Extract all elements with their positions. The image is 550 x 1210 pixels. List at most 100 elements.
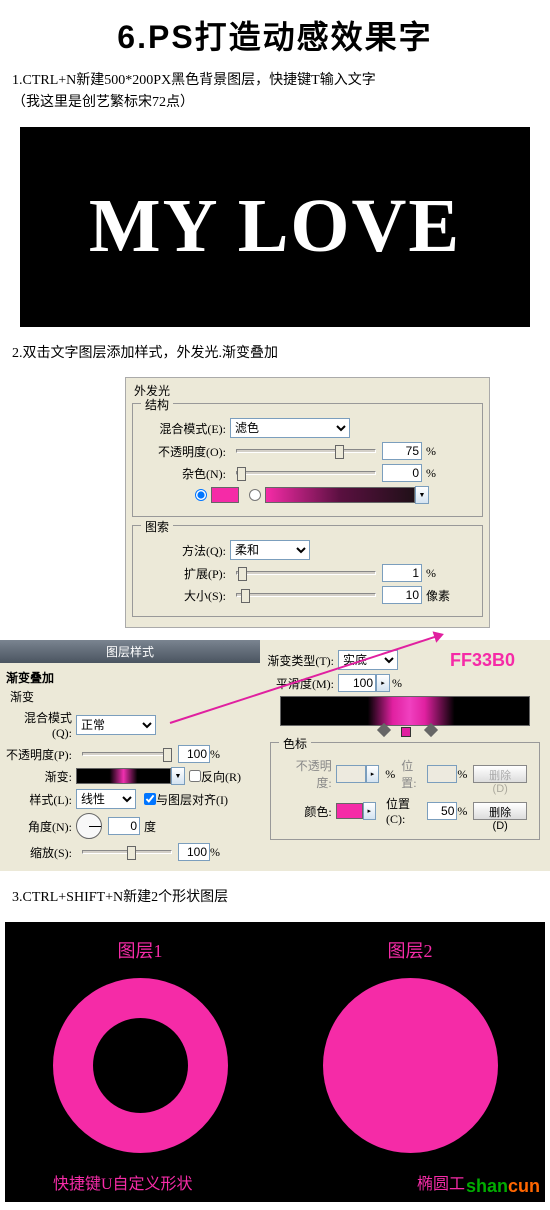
stop-opacity-label: 不透明度: — [283, 757, 336, 791]
elements-legend: 图索 — [141, 518, 173, 535]
reverse-checkbox[interactable] — [189, 770, 201, 782]
step3-text: 3.CTRL+SHIFT+N新建2个形状图层 — [0, 883, 550, 913]
method-select[interactable]: 柔和 — [230, 540, 310, 560]
layer-style-panels: 图层样式 渐变叠加 渐变 混合模式(Q): 正常 不透明度(P): % 渐变: … — [0, 640, 550, 871]
step1-line2: （我这里是创艺繁标宋72点） — [12, 95, 194, 110]
blend-mode-select[interactable]: 滤色 — [230, 418, 350, 438]
noise-label: 杂色(N): — [145, 465, 230, 482]
ls-opacity-input[interactable] — [178, 745, 210, 763]
ls-blend-label: 混合模式(Q): — [6, 709, 76, 741]
pct-unit: % — [210, 845, 220, 860]
method-label: 方法(Q): — [145, 542, 230, 559]
spread-label: 扩展(P): — [145, 565, 230, 582]
step2-text: 2.双击文字图层添加样式，外发光.渐变叠加 — [0, 339, 550, 369]
stops-fieldset: 色标 不透明度: ▸% 位置: % 删除(D) 颜色: ▸ 位置(C): % 删… — [270, 742, 540, 840]
opacity-slider[interactable] — [236, 449, 376, 453]
elements-fieldset: 图索 方法(Q): 柔和 扩展(P): % 大小(S): 像素 — [132, 525, 483, 617]
layer-style-left: 图层样式 渐变叠加 渐变 混合模式(Q): 正常 不透明度(P): % 渐变: … — [0, 640, 260, 871]
gtype-select[interactable]: 实底 — [338, 650, 398, 670]
color-dd[interactable]: ▸ — [363, 802, 376, 820]
ls-angle-input[interactable] — [108, 817, 140, 835]
pct-unit: % — [210, 747, 220, 762]
label1: 快捷键U自定义形状 — [53, 1170, 193, 1194]
color-swatch[interactable] — [211, 487, 239, 503]
structure-legend: 结构 — [141, 396, 173, 413]
ring-shape — [53, 978, 228, 1153]
stop-pos-label: 位置: — [401, 757, 427, 791]
ls-opacity-slider[interactable] — [82, 752, 172, 756]
step1-line1: 1.CTRL+N新建500*200PX黑色背景图层，快捷键T输入文字 — [12, 73, 376, 88]
stop-opacity-input — [336, 765, 366, 783]
pct-unit: % — [457, 767, 467, 782]
angle-dial[interactable] — [76, 813, 102, 839]
delete-button: 删除(D) — [473, 765, 527, 783]
gradient-dropdown[interactable]: ▼ — [415, 486, 429, 504]
wm-part2: cun — [508, 1176, 540, 1196]
ls-blend-select[interactable]: 正常 — [76, 715, 156, 735]
stop-color-swatch[interactable] — [336, 803, 363, 819]
ls-scale-input[interactable] — [178, 843, 210, 861]
size-slider[interactable] — [236, 593, 376, 597]
ls-gradient-label: 渐变: — [6, 768, 76, 785]
pos-input[interactable] — [427, 802, 457, 820]
wm-part1: shan — [466, 1176, 508, 1196]
ls-scale-slider[interactable] — [82, 850, 172, 854]
gradient-swatch[interactable] — [265, 487, 415, 503]
align-label: 与图层对齐(I) — [156, 791, 228, 808]
layer1-label: 图层1 — [118, 937, 163, 963]
hex-annotation: FF33B0 — [450, 650, 515, 671]
canvas-text: MY LOVE — [89, 183, 461, 270]
gtype-label: 渐变类型(T): — [266, 652, 338, 669]
smooth-input[interactable] — [338, 674, 376, 692]
ls-style-select[interactable]: 线性 — [76, 789, 136, 809]
size-label: 大小(S): — [145, 587, 230, 604]
pct-unit: % — [385, 767, 395, 782]
pct-unit: % — [426, 444, 436, 459]
spread-slider[interactable] — [236, 571, 376, 575]
size-unit: 像素 — [426, 587, 450, 604]
pct-unit: % — [426, 566, 436, 581]
pct-unit: % — [392, 676, 402, 691]
size-input[interactable] — [382, 586, 422, 604]
stops-legend: 色标 — [279, 735, 311, 752]
layer2-cell: 图层2 椭圆工 — [275, 922, 545, 1202]
ls-style-label: 样式(L): — [6, 791, 76, 808]
stop-marker[interactable] — [424, 723, 438, 737]
stop-marker[interactable] — [377, 723, 391, 737]
blend-mode-label: 混合模式(E): — [145, 420, 230, 437]
ls-gradient-preview[interactable] — [76, 768, 171, 784]
opacity-label: 不透明度(O): — [145, 443, 230, 460]
canvas-preview-1: MY LOVE — [20, 127, 530, 327]
smooth-dd[interactable]: ▸ — [376, 674, 390, 692]
tutorial-title: 6.PS打造动感效果字 — [0, 0, 550, 66]
noise-input[interactable] — [382, 464, 422, 482]
spread-input[interactable] — [382, 564, 422, 582]
reverse-label: 反向(R) — [201, 768, 241, 785]
color-radio[interactable] — [195, 489, 207, 501]
opacity-input[interactable] — [382, 442, 422, 460]
gradient-editor-panel: FF33B0 渐变类型(T): 实底 平滑度(M): ▸ % 色标 不透明度: … — [260, 640, 550, 871]
label2: 椭圆工 — [417, 1170, 465, 1194]
gradient-radio[interactable] — [249, 489, 261, 501]
noise-slider[interactable] — [236, 471, 376, 475]
ls-opacity-label: 不透明度(P): — [6, 746, 76, 763]
color-label: 颜色: — [283, 803, 336, 820]
gradient-editor-bar[interactable] — [280, 696, 530, 726]
color-stop[interactable] — [401, 727, 411, 737]
dd: ▸ — [366, 765, 379, 783]
ls-sub: 渐变 — [6, 688, 254, 705]
outer-glow-title: 外发光 — [128, 380, 487, 401]
ls-section: 渐变叠加 — [6, 669, 254, 686]
canvas-preview-3: 图层1 快捷键U自定义形状 图层2 椭圆工 shancun — [5, 922, 545, 1202]
circle-shape — [323, 978, 498, 1153]
outer-glow-panel: 外发光 结构 混合模式(E): 滤色 不透明度(O): % 杂色(N): — [125, 377, 490, 628]
layer-style-titlebar: 图层样式 — [0, 640, 260, 663]
ls-gradient-dd[interactable]: ▼ — [171, 767, 185, 785]
align-checkbox[interactable] — [144, 793, 156, 805]
ls-angle-label: 角度(N): — [6, 818, 76, 835]
pct-unit: % — [426, 466, 436, 481]
delete-button[interactable]: 删除(D) — [473, 802, 527, 820]
pct-unit: % — [457, 804, 467, 819]
watermark: shancun — [466, 1176, 540, 1197]
ls-scale-label: 缩放(S): — [6, 844, 76, 861]
